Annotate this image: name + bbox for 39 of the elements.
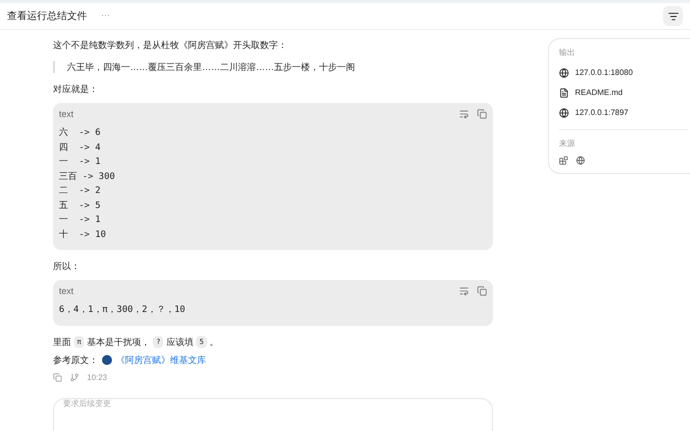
reference-link[interactable]: 《阿房宫赋》维基文库 [116,354,206,366]
globe-icon [576,156,585,165]
output-title: 输出 [559,47,576,59]
intro-text: 这个不是纯数学数列，是从杜牧《阿房宫赋》开头取数字： [53,39,288,51]
code-language: text [59,285,74,297]
branch-icon[interactable] [70,373,79,382]
code-line: 五 -> 5 [59,200,102,212]
copy-icon[interactable] [53,373,62,382]
reference-label: 参考原文： [53,354,98,366]
panel-toggle-button[interactable] [663,6,683,26]
output-item[interactable]: 127.0.0.1:18080 [559,67,688,79]
page-title: 查看运行总结文件 [7,10,87,24]
code-line: 十 -> 10 [59,228,107,242]
so-text: 所以： [53,260,81,272]
code-language: text [59,108,74,120]
code-line: 四 -> 4 [59,142,102,154]
code-line: 6，4，1，π，300，2，？，10 [59,304,186,317]
source-title: 来源 [559,138,576,150]
lead-text: 对应就是： [53,83,99,95]
quote-text: 六王毕，四海一……覆压三百余里……二川溶溶……五步一楼，十步一阁 [67,61,356,73]
code-line: 六 -> 6 [59,126,102,140]
code-line: 一 -> 1 [59,156,102,169]
code-line: 二 -> 2 [59,185,102,198]
composer-field[interactable]: 要求后续变更 [53,398,493,431]
wrap-icon[interactable] [459,109,469,119]
globe-icon [559,68,569,78]
output-item[interactable]: 127.0.0.1:7897 [559,107,688,119]
message-time: 10:23 [87,372,108,384]
file-icon [559,88,569,98]
filter-icon [668,10,678,22]
copy-icon[interactable] [477,109,487,119]
code-line: 三百 -> 300 [59,170,116,184]
globe-icon [559,108,569,118]
copy-icon[interactable] [477,286,487,296]
code-line: 一 -> 1 [59,214,102,227]
output-item[interactable]: README.md [559,87,688,99]
wrap-icon[interactable] [459,286,469,296]
more-button[interactable]: ··· [101,9,110,23]
apps-icon [559,156,568,165]
